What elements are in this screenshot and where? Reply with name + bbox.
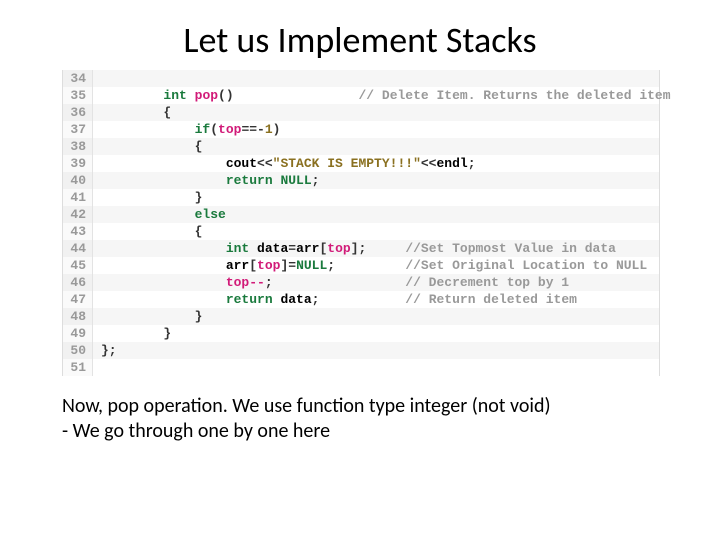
line-number: 49 — [63, 325, 93, 342]
code-content: int pop() // Delete Item. Returns the de… — [93, 87, 671, 104]
line-number: 40 — [63, 172, 93, 189]
code-line: 34 — [63, 70, 659, 87]
slide-title: Let us Implement Stacks — [0, 0, 720, 70]
code-content — [93, 359, 101, 376]
code-content: } — [93, 189, 202, 206]
code-line: 37 if(top==-1) — [63, 121, 659, 138]
code-content: arr[top]=NULL; //Set Original Location t… — [93, 257, 647, 274]
code-content: { — [93, 223, 202, 240]
code-content: cout<<"STACK IS EMPTY!!!"<<endl; — [93, 155, 476, 172]
code-line: 36 { — [63, 104, 659, 121]
line-number: 43 — [63, 223, 93, 240]
code-content: } — [93, 325, 171, 342]
line-number: 34 — [63, 70, 93, 87]
line-number: 35 — [63, 87, 93, 104]
code-content: else — [93, 206, 226, 223]
line-number: 51 — [63, 359, 93, 376]
line-number: 45 — [63, 257, 93, 274]
caption-line-1: Now, pop operation. We use function type… — [62, 394, 658, 419]
slide-caption: Now, pop operation. We use function type… — [0, 376, 720, 444]
line-number: 50 — [63, 342, 93, 359]
code-content: { — [93, 104, 171, 121]
code-line: 48 } — [63, 308, 659, 325]
code-content: } — [93, 308, 202, 325]
code-content: return data; // Return deleted item — [93, 291, 577, 308]
code-line: 41 } — [63, 189, 659, 206]
line-number: 46 — [63, 274, 93, 291]
line-number: 41 — [63, 189, 93, 206]
code-line: 45 arr[top]=NULL; //Set Original Locatio… — [63, 257, 659, 274]
line-number: 44 — [63, 240, 93, 257]
line-number: 39 — [63, 155, 93, 172]
code-content: int data=arr[top]; //Set Topmost Value i… — [93, 240, 616, 257]
code-line: 47 return data; // Return deleted item — [63, 291, 659, 308]
line-number: 37 — [63, 121, 93, 138]
code-content — [93, 70, 101, 87]
code-line: 39 cout<<"STACK IS EMPTY!!!"<<endl; — [63, 155, 659, 172]
code-line: 38 { — [63, 138, 659, 155]
code-content: { — [93, 138, 202, 155]
caption-line-2: - We go through one by one here — [62, 419, 658, 444]
line-number: 42 — [63, 206, 93, 223]
code-content: top--; // Decrement top by 1 — [93, 274, 569, 291]
code-line: 43 { — [63, 223, 659, 240]
line-number: 47 — [63, 291, 93, 308]
code-line: 42 else — [63, 206, 659, 223]
line-number: 48 — [63, 308, 93, 325]
code-line: 35 int pop() // Delete Item. Returns the… — [63, 87, 659, 104]
code-line: 50}; — [63, 342, 659, 359]
line-number: 36 — [63, 104, 93, 121]
code-line: 51 — [63, 359, 659, 376]
code-line: 40 return NULL; — [63, 172, 659, 189]
line-number: 38 — [63, 138, 93, 155]
code-line: 46 top--; // Decrement top by 1 — [63, 274, 659, 291]
code-content: }; — [93, 342, 117, 359]
code-content: if(top==-1) — [93, 121, 280, 138]
code-content: return NULL; — [93, 172, 319, 189]
code-line: 44 int data=arr[top]; //Set Topmost Valu… — [63, 240, 659, 257]
code-snippet: 3435 int pop() // Delete Item. Returns t… — [62, 70, 660, 376]
code-line: 49 } — [63, 325, 659, 342]
